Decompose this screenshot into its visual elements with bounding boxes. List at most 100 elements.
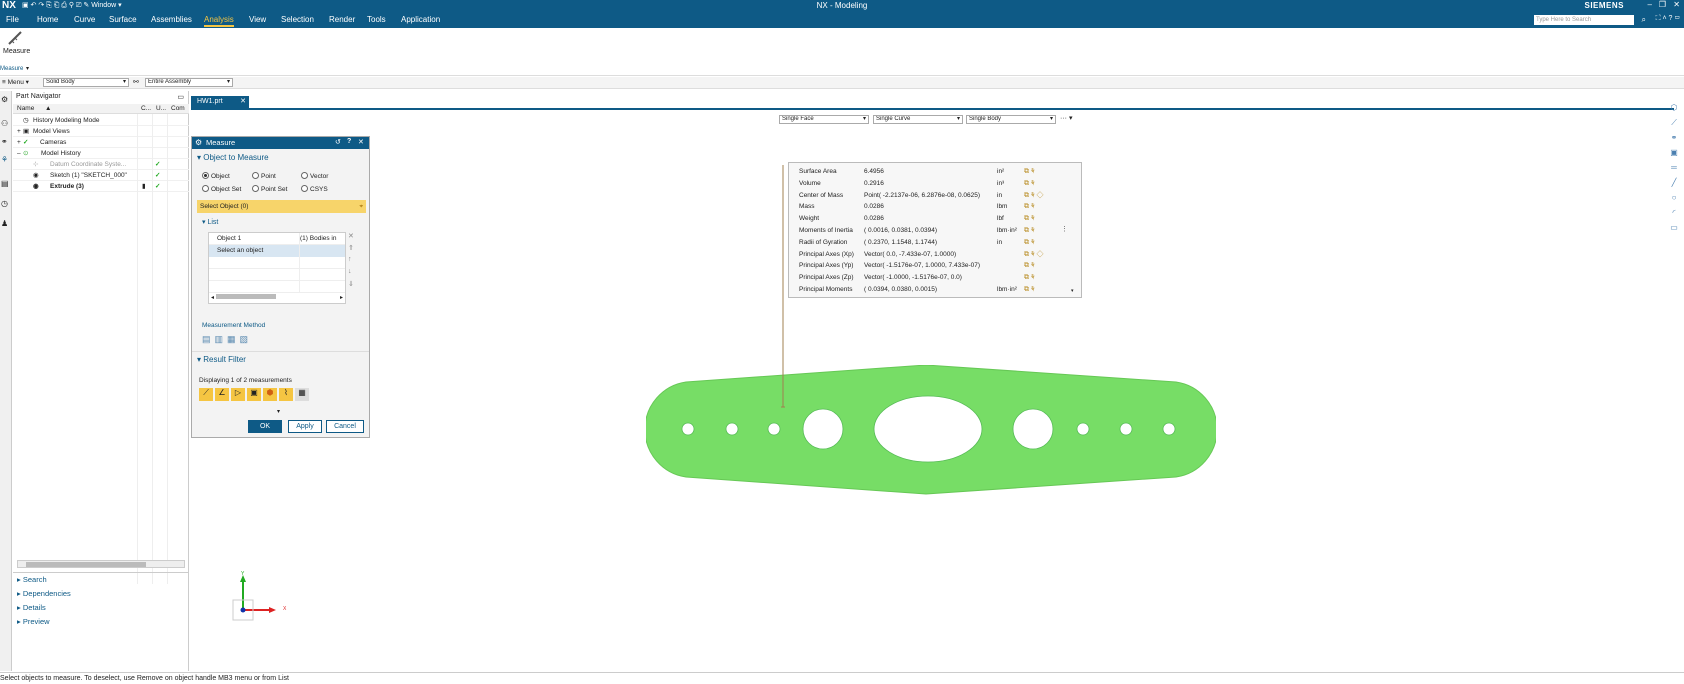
- search-icon[interactable]: ⌕: [1642, 15, 1646, 25]
- tree-row[interactable]: + ✓ Cameras: [13, 137, 189, 148]
- area-filter-icon[interactable]: ▷: [231, 388, 245, 401]
- point-dialog-icon[interactable]: ⌖: [359, 200, 363, 213]
- menu-assemblies[interactable]: Assemblies: [151, 15, 192, 24]
- copy-icon[interactable]: ⧉ ⚘: [1024, 237, 1035, 249]
- list-item[interactable]: Select an object: [209, 245, 345, 257]
- horizontal-scrollbar[interactable]: [17, 560, 185, 568]
- part-navigator-icon[interactable]: ⚘: [1, 155, 8, 164]
- menu-selection[interactable]: Selection: [281, 15, 314, 24]
- copy-icon[interactable]: ⧉ ⚘: [1024, 213, 1035, 225]
- move-bottom-icon[interactable]: ⇓: [348, 280, 354, 288]
- type-filter-dropdown[interactable]: Solid Body: [43, 78, 129, 87]
- tree-row[interactable]: – ⊙ Model History: [13, 148, 189, 159]
- menu-file[interactable]: File: [6, 15, 19, 24]
- roles-icon[interactable]: ♟: [1, 219, 8, 228]
- copy-icon[interactable]: ⧉ ⚘: [1024, 272, 1035, 284]
- radio-object[interactable]: Object: [202, 172, 230, 180]
- section-object-to-measure[interactable]: ▾ Object to Measure: [197, 153, 269, 162]
- right-toolbar[interactable]: ⬡ ⟋ ⚭ ▣ ═ ╱ ○ ◜ ▭: [1667, 100, 1681, 240]
- measure-tool-icon[interactable]: ⟋: [1667, 115, 1681, 130]
- measurement-results-panel[interactable]: Surface Area 6.4956 in² ⧉ ⚘ Volume 0.2916 in³…: [788, 162, 1082, 298]
- remove-icon[interactable]: ✕: [348, 232, 354, 240]
- copy-icon[interactable]: ⧉ ⚘: [1024, 178, 1035, 190]
- list-item[interactable]: Object 1 (1) Bodies in: [209, 233, 345, 245]
- move-down-icon[interactable]: ↓: [348, 268, 352, 275]
- filter-icon[interactable]: ⚯: [133, 78, 139, 86]
- menu-button[interactable]: ≡ Menu ▾: [2, 78, 29, 86]
- curve-rule-dropdown[interactable]: Single Curve: [873, 115, 963, 124]
- panel-scroll-down-icon[interactable]: ▾: [1071, 288, 1074, 294]
- history-icon[interactable]: ◷: [1, 199, 8, 208]
- select-object-row[interactable]: Select Object (0) ⌖: [197, 200, 366, 213]
- copy-icon[interactable]: ⧉ ⚘ ◇: [1024, 249, 1043, 261]
- help-icon[interactable]: ?: [347, 138, 351, 145]
- collapse-icon[interactable]: –: [17, 148, 21, 159]
- radio-point-set[interactable]: Point Set: [252, 185, 287, 193]
- distance-filter-icon[interactable]: ⟋: [199, 388, 213, 401]
- menu-view[interactable]: View: [249, 15, 266, 24]
- circle-icon[interactable]: ○: [1667, 190, 1681, 205]
- menu-render[interactable]: Render: [329, 15, 355, 24]
- radio-vector[interactable]: Vector: [301, 172, 328, 180]
- maximize-icon[interactable]: ▭: [177, 93, 184, 101]
- copy-icon[interactable]: ⧉ ⚘: [1024, 166, 1035, 178]
- tree-row[interactable]: + ▣ Model Views: [13, 126, 189, 137]
- mass-filter-icon[interactable]: ⬢: [263, 388, 277, 401]
- view-icon[interactable]: ⬡: [1667, 100, 1681, 115]
- scrollbar-thumb[interactable]: [26, 562, 146, 567]
- apply-button[interactable]: Apply: [288, 420, 322, 433]
- tree-row[interactable]: ⊹ Datum Coordinate Syste... ✓: [13, 159, 189, 170]
- cancel-button[interactable]: Cancel: [326, 420, 364, 433]
- ok-button[interactable]: OK: [248, 420, 282, 433]
- menu-analysis[interactable]: Analysis: [204, 15, 234, 27]
- section-dependencies[interactable]: ▸ Dependencies: [17, 589, 71, 598]
- constraint-navigator-icon[interactable]: ⚭: [1, 137, 8, 146]
- ribbon-options-icon[interactable]: ⛶ ˄ ? ▭: [1656, 15, 1680, 23]
- snap-icon[interactable]: ⚭: [1667, 130, 1681, 145]
- expand-icon[interactable]: +: [17, 137, 21, 148]
- radio-object-set[interactable]: Object Set: [202, 185, 241, 193]
- menu-home[interactable]: Home: [37, 15, 58, 24]
- section-list[interactable]: ▾ List: [202, 218, 218, 226]
- document-tab[interactable]: HW1.prt ✕: [191, 96, 249, 108]
- column-current[interactable]: C...: [141, 105, 151, 112]
- line-icon[interactable]: ═: [1667, 160, 1681, 175]
- menu-application[interactable]: Application: [401, 15, 440, 24]
- tree-row[interactable]: ◉ Sketch (1) "SKETCH_000" ✓: [13, 170, 189, 181]
- section-preview[interactable]: ▸ Preview: [17, 617, 50, 626]
- move-top-icon[interactable]: ⇑: [348, 244, 354, 252]
- copy-icon[interactable]: ⧉ ⚘: [1024, 284, 1035, 296]
- object-list[interactable]: Object 1 (1) Bodies in Select an object …: [208, 232, 346, 304]
- column-uptodate[interactable]: U...: [156, 105, 166, 112]
- measure-icon[interactable]: [6, 30, 24, 46]
- result-filter-toolbar[interactable]: ⟋ ∠ ▷ ▣ ⬢ ⌇ ▦: [199, 388, 319, 401]
- angle-filter-icon[interactable]: ∠: [215, 388, 229, 401]
- volume-filter-icon[interactable]: ▣: [247, 388, 261, 401]
- tree-row[interactable]: ◉ Extrude (3) ▮ ✓: [13, 181, 189, 192]
- settings-icon[interactable]: ⚙: [1, 95, 8, 104]
- selection-scope-dropdown[interactable]: Entire Assembly: [145, 78, 233, 87]
- panel-grip-icon[interactable]: ⋮: [1061, 225, 1068, 233]
- gear-icon[interactable]: ⚙: [195, 138, 202, 147]
- copy-icon[interactable]: ⧉ ⚘ ◇: [1024, 190, 1043, 202]
- reuse-library-icon[interactable]: ▤: [1, 179, 9, 188]
- restore-icon[interactable]: ❐: [1659, 0, 1666, 9]
- menu-surface[interactable]: Surface: [109, 15, 137, 24]
- curve-icon[interactable]: ╱: [1667, 175, 1681, 190]
- measure-button[interactable]: Measure: [3, 48, 30, 55]
- radio-point[interactable]: Point: [252, 172, 276, 180]
- arc-icon[interactable]: ◜: [1667, 205, 1681, 220]
- expand-icon[interactable]: +: [17, 126, 21, 137]
- copy-icon[interactable]: ⧉ ⚘: [1024, 225, 1035, 237]
- move-up-icon[interactable]: ↑: [348, 256, 352, 263]
- assembly-navigator-icon[interactable]: ⚇: [1, 119, 8, 128]
- menu-tools[interactable]: Tools: [367, 15, 386, 24]
- part-body[interactable]: [646, 365, 1216, 495]
- command-search-input[interactable]: Type Here to Search: [1534, 15, 1634, 25]
- close-tab-icon[interactable]: ✕: [240, 96, 246, 108]
- section-result-filter[interactable]: ▾ Result Filter: [197, 355, 246, 364]
- column-name[interactable]: Name: [17, 105, 34, 112]
- list-horizontal-scrollbar[interactable]: ◂ ▸: [211, 294, 343, 302]
- body-rule-dropdown[interactable]: Single Body: [966, 115, 1056, 124]
- section-search[interactable]: ▸ Search: [17, 575, 47, 584]
